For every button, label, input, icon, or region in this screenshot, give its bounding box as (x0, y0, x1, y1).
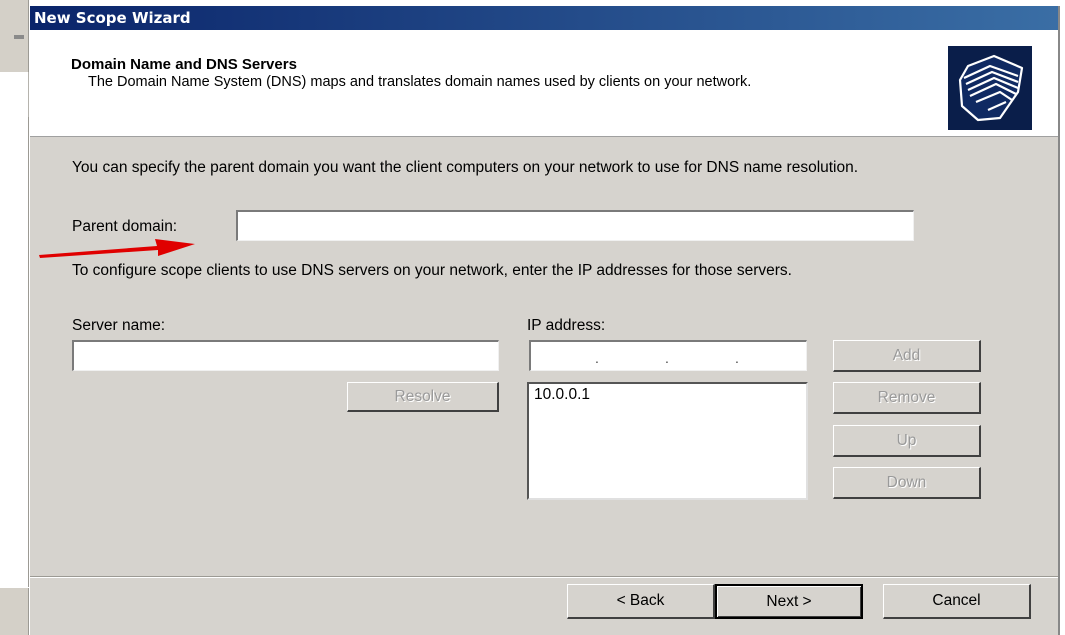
parent-domain-input[interactable] (236, 210, 914, 241)
ip-address-input[interactable]: . . . (529, 340, 807, 371)
up-button[interactable]: Up (833, 425, 981, 457)
down-button[interactable]: Down (833, 467, 981, 499)
footer-divider-highlight (30, 577, 1058, 578)
resolve-button[interactable]: Resolve (347, 382, 499, 412)
background-panel (0, 72, 29, 117)
ip-octet-separator: . (595, 350, 599, 366)
background-panel (0, 117, 29, 587)
window-title-bar[interactable]: New Scope Wizard (30, 6, 1058, 30)
wizard-header: Domain Name and DNS Servers The Domain N… (30, 30, 1058, 137)
remove-button[interactable]: Remove (833, 382, 981, 414)
background-window-edge (0, 0, 30, 635)
window-title: New Scope Wizard (34, 9, 191, 27)
cancel-button[interactable]: Cancel (883, 584, 1031, 619)
intro-text: You can specify the parent domain you wa… (72, 159, 859, 176)
new-scope-wizard-dialog: New Scope Wizard Domain Name and DNS Ser… (30, 6, 1060, 635)
background-panel (0, 0, 29, 72)
ip-octet-separator: . (735, 350, 739, 366)
list-item[interactable]: 10.0.0.1 (534, 386, 801, 404)
add-button[interactable]: Add (833, 340, 981, 372)
server-name-label: Server name: (72, 317, 166, 334)
dns-server-ip-list[interactable]: 10.0.0.1 (527, 382, 808, 500)
next-button[interactable]: Next > (715, 584, 863, 619)
page-subtitle: The Domain Name System (DNS) maps and tr… (88, 74, 752, 90)
background-edge (1061, 0, 1065, 635)
dns-instructions-text: To configure scope clients to use DNS se… (72, 262, 792, 279)
ip-octet-separator: . (665, 350, 669, 366)
folders-icon (948, 46, 1032, 130)
background-panel (0, 588, 29, 635)
back-button[interactable]: < Back (567, 584, 715, 619)
red-arrow-annotation (39, 239, 195, 258)
ip-address-label: IP address: (527, 317, 606, 334)
page-title: Domain Name and DNS Servers (71, 56, 297, 73)
server-name-input[interactable] (72, 340, 499, 371)
